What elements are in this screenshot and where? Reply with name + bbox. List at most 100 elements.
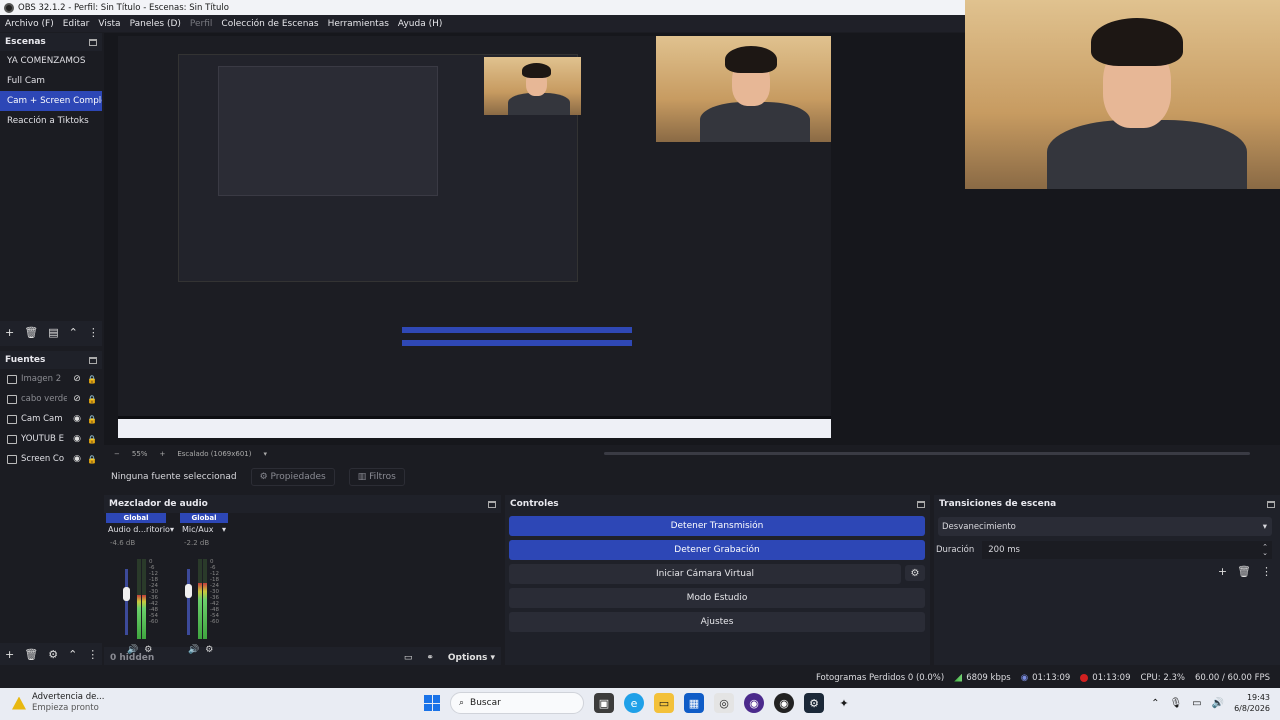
chevron-down-icon[interactable]: ▾	[264, 450, 268, 458]
app-icon-2[interactable]: ✦	[834, 693, 854, 713]
dropped-frames: Fotogramas Perdidos 0 (0.0%)	[815, 673, 945, 683]
lock-icon[interactable]: 🔒	[87, 395, 97, 404]
steam-icon[interactable]: ⚙	[804, 693, 824, 713]
duration-spinbox[interactable]: 200 ms ⌃ ⌄	[982, 541, 1272, 559]
scene-item-cam-screen[interactable]: Cam + Screen Completa	[0, 91, 102, 111]
menu-perfil[interactable]: Perfil	[190, 19, 213, 29]
remove-transition-icon[interactable]: 🗑	[1237, 565, 1251, 578]
fader-knob[interactable]	[123, 587, 130, 601]
chrome-icon[interactable]: ◎	[714, 693, 734, 713]
move-up-icon[interactable]: ⌃	[68, 648, 77, 661]
menu-editar[interactable]: Editar	[63, 19, 90, 29]
filters-button[interactable]: ▥ Filtros	[348, 468, 405, 486]
menu-vista[interactable]: Vista	[98, 19, 120, 29]
clock-date: 6/8/2026	[1234, 704, 1270, 713]
controls-header: Controles	[505, 495, 930, 513]
eye-hidden-icon[interactable]: ⊘	[71, 394, 83, 404]
remove-source-icon[interactable]: 🗑	[24, 648, 38, 661]
source-item-screen[interactable]: Screen Co ◉ 🔒	[0, 449, 102, 469]
warning-icon	[12, 696, 26, 710]
undock-icon[interactable]	[89, 38, 97, 46]
menu-paneles[interactable]: Paneles (D)	[130, 19, 181, 29]
add-scene-icon[interactable]: +	[5, 326, 14, 339]
speaker-icon[interactable]: 🔊	[188, 645, 199, 655]
zoom-in-icon[interactable]: +	[159, 450, 165, 458]
clock[interactable]: 19:43 6/8/2026	[1234, 692, 1270, 714]
layout-icon[interactable]: ▭	[404, 653, 413, 663]
scaling-select[interactable]: Escalado (1069x601)	[177, 450, 251, 458]
display-icon[interactable]: ▭	[1192, 698, 1201, 709]
properties-button[interactable]: ⚙ Propiedades	[250, 468, 335, 486]
edge-icon[interactable]: e	[624, 693, 644, 713]
source-properties-icon[interactable]: ⚙	[48, 648, 58, 661]
preview-scrollbar[interactable]	[604, 452, 1250, 455]
lock-icon[interactable]: 🔒	[87, 455, 97, 464]
virtual-camera-gear-icon[interactable]: ⚙	[905, 565, 925, 581]
undock-icon[interactable]	[488, 500, 496, 508]
transition-select[interactable]: Desvanecimiento ▾	[938, 517, 1272, 536]
chevron-up-icon[interactable]: ⌃	[1151, 698, 1159, 709]
task-view-icon[interactable]: ▣	[594, 693, 614, 713]
menu-coleccion-escenas[interactable]: Colección de Escenas	[221, 19, 318, 29]
add-transition-icon[interactable]: +	[1218, 565, 1227, 578]
settings-icon[interactable]: ⚙	[205, 645, 213, 655]
options-button[interactable]: Options ▾	[448, 653, 495, 663]
obs-icon[interactable]: ◉	[774, 693, 794, 713]
source-item-imagen-2[interactable]: Imagen 2 ⊘ 🔒	[0, 369, 102, 389]
undock-icon[interactable]	[917, 500, 925, 508]
channel-name[interactable]: Audio d...ritorio ▾	[106, 523, 174, 536]
stop-streaming-button[interactable]: Detener Transmisión	[509, 516, 925, 536]
taskbar-search[interactable]: ⌕ Buscar	[450, 692, 584, 714]
lock-icon[interactable]: 🔒	[87, 415, 97, 424]
store-icon[interactable]: ▦	[684, 693, 704, 713]
volume-fader[interactable]	[125, 569, 128, 635]
studio-mode-button[interactable]: Modo Estudio	[509, 588, 925, 608]
source-item-cabo-verde[interactable]: cabo verde ⊘ 🔒	[0, 389, 102, 409]
lock-icon[interactable]: 🔒	[87, 375, 97, 384]
fader-knob[interactable]	[185, 584, 192, 598]
lock-icon[interactable]: 🔒	[87, 435, 97, 444]
eye-icon[interactable]: ◉	[71, 454, 83, 464]
remove-scene-icon[interactable]: 🗑	[24, 326, 38, 339]
eye-icon[interactable]: ◉	[71, 434, 83, 444]
menu-archivo[interactable]: Archivo (F)	[5, 19, 54, 29]
file-explorer-icon[interactable]: ▭	[654, 693, 674, 713]
windows-start-icon[interactable]	[424, 695, 440, 711]
scene-item-ya-comenzamos[interactable]: YA COMENZAMOS	[0, 51, 102, 71]
stop-recording-button[interactable]: Detener Grabación	[509, 540, 925, 560]
more-options-icon[interactable]: ⋮	[88, 326, 99, 339]
zoom-out-icon[interactable]: −	[114, 450, 120, 458]
scene-item-full-cam[interactable]: Full Cam	[0, 71, 102, 91]
start-virtual-camera-button[interactable]: Iniciar Cámara Virtual	[509, 564, 901, 584]
settings-icon[interactable]: ⚙	[144, 645, 152, 655]
spinner-arrows-icon[interactable]: ⌃ ⌄	[1262, 544, 1268, 557]
weather-warning-widget[interactable]: Advertencia de... Empieza pronto	[12, 692, 104, 714]
scenes-dock: Escenas YA COMENZAMOS Full Cam Cam + Scr…	[0, 33, 102, 346]
volume-icon[interactable]: 🔊	[1212, 698, 1224, 709]
more-options-icon[interactable]: ⋮	[87, 648, 98, 661]
more-options-icon[interactable]: ⋮	[1261, 565, 1272, 578]
menu-ayuda[interactable]: Ayuda (H)	[398, 19, 442, 29]
webcam-person-body	[508, 93, 570, 115]
eye-icon[interactable]: ◉	[71, 414, 83, 424]
eye-hidden-icon[interactable]: ⊘	[71, 374, 83, 384]
source-list: Imagen 2 ⊘ 🔒 cabo verde ⊘ 🔒 Cam Cam ◉ 🔒 …	[0, 369, 102, 643]
add-source-icon[interactable]: +	[5, 648, 14, 661]
app-icon[interactable]: ◉	[744, 693, 764, 713]
source-item-cam[interactable]: Cam Cam ◉ 🔒	[0, 409, 102, 429]
settings-button[interactable]: Ajustes	[509, 612, 925, 632]
scenes-title: Escenas	[5, 37, 46, 47]
microphone-icon[interactable]: 🎙	[1169, 698, 1182, 709]
filter-scene-icon[interactable]: ▤	[48, 326, 58, 339]
channel-name[interactable]: Mic/Aux ▾	[180, 523, 228, 536]
scene-item-reaccion-tiktoks[interactable]: Reacción a Tiktoks	[0, 111, 102, 131]
menu-herramientas[interactable]: Herramientas	[328, 19, 389, 29]
speaker-icon[interactable]: 🔊	[127, 645, 138, 655]
source-item-youtube[interactable]: YOUTUB E ◉ 🔒	[0, 429, 102, 449]
undock-icon[interactable]	[1267, 500, 1275, 508]
undock-icon[interactable]	[89, 356, 97, 364]
volume-fader[interactable]	[187, 569, 190, 635]
link-icon[interactable]: ⚭	[426, 653, 434, 663]
channel-global-badge: Global	[180, 513, 228, 523]
move-up-icon[interactable]: ⌃	[69, 326, 78, 339]
